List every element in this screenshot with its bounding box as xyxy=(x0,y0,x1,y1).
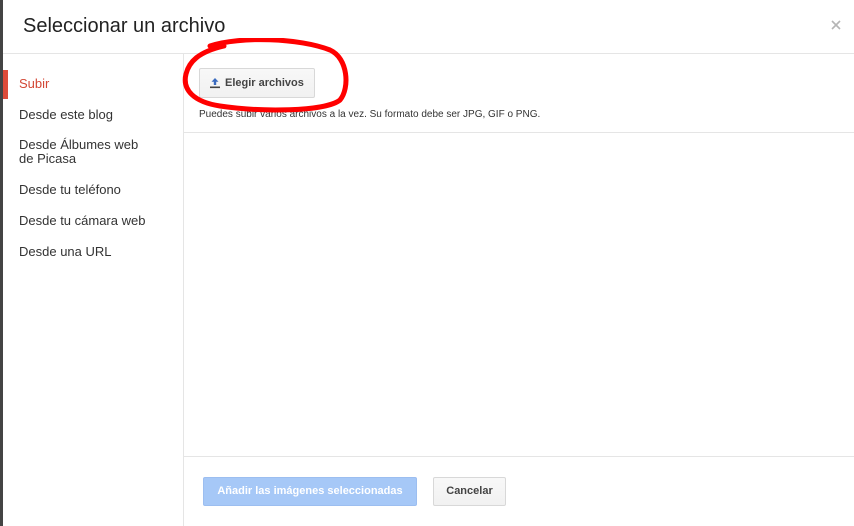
close-icon[interactable] xyxy=(828,17,844,33)
dialog-footer: Añadir las imágenes seleccionadas Cancel… xyxy=(184,456,854,526)
cancel-button[interactable]: Cancelar xyxy=(433,477,506,506)
upload-icon xyxy=(209,77,221,89)
sidebar-item-label: Desde tu teléfono xyxy=(19,182,121,197)
upload-hint: Puedes subir varios archivos a la vez. S… xyxy=(199,109,541,120)
dialog-title: Seleccionar un archivo xyxy=(23,15,226,37)
divider xyxy=(184,132,854,133)
choose-files-label: Elegir archivos xyxy=(225,77,304,89)
sidebar-item-webcam[interactable]: Desde tu cámara web xyxy=(3,214,184,228)
sidebar-item-label: Subir xyxy=(19,76,50,91)
choose-files-button[interactable]: Elegir archivos xyxy=(199,68,315,98)
sidebar-item-picasa[interactable]: Desde Álbumes web de Picasa xyxy=(3,138,153,166)
sidebar-item-label: Desde Álbumes web de Picasa xyxy=(19,137,139,166)
sidebar-item-label: Desde una URL xyxy=(19,244,112,259)
file-select-dialog: Seleccionar un archivo Subir Desde este … xyxy=(3,0,854,526)
sidebar-item-label: Desde este blog xyxy=(19,107,113,122)
add-selected-images-button[interactable]: Añadir las imágenes seleccionadas xyxy=(203,477,417,506)
dialog-header: Seleccionar un archivo xyxy=(3,0,854,54)
sidebar-item-upload[interactable]: Subir xyxy=(3,70,184,99)
sidebar-item-label: Desde tu cámara web xyxy=(19,213,146,228)
sidebar-item-url[interactable]: Desde una URL xyxy=(3,245,184,259)
sidebar-item-this-blog[interactable]: Desde este blog xyxy=(3,108,184,122)
sidebar-item-phone[interactable]: Desde tu teléfono xyxy=(3,183,184,197)
source-sidebar: Subir Desde este blog Desde Álbumes web … xyxy=(3,54,184,526)
